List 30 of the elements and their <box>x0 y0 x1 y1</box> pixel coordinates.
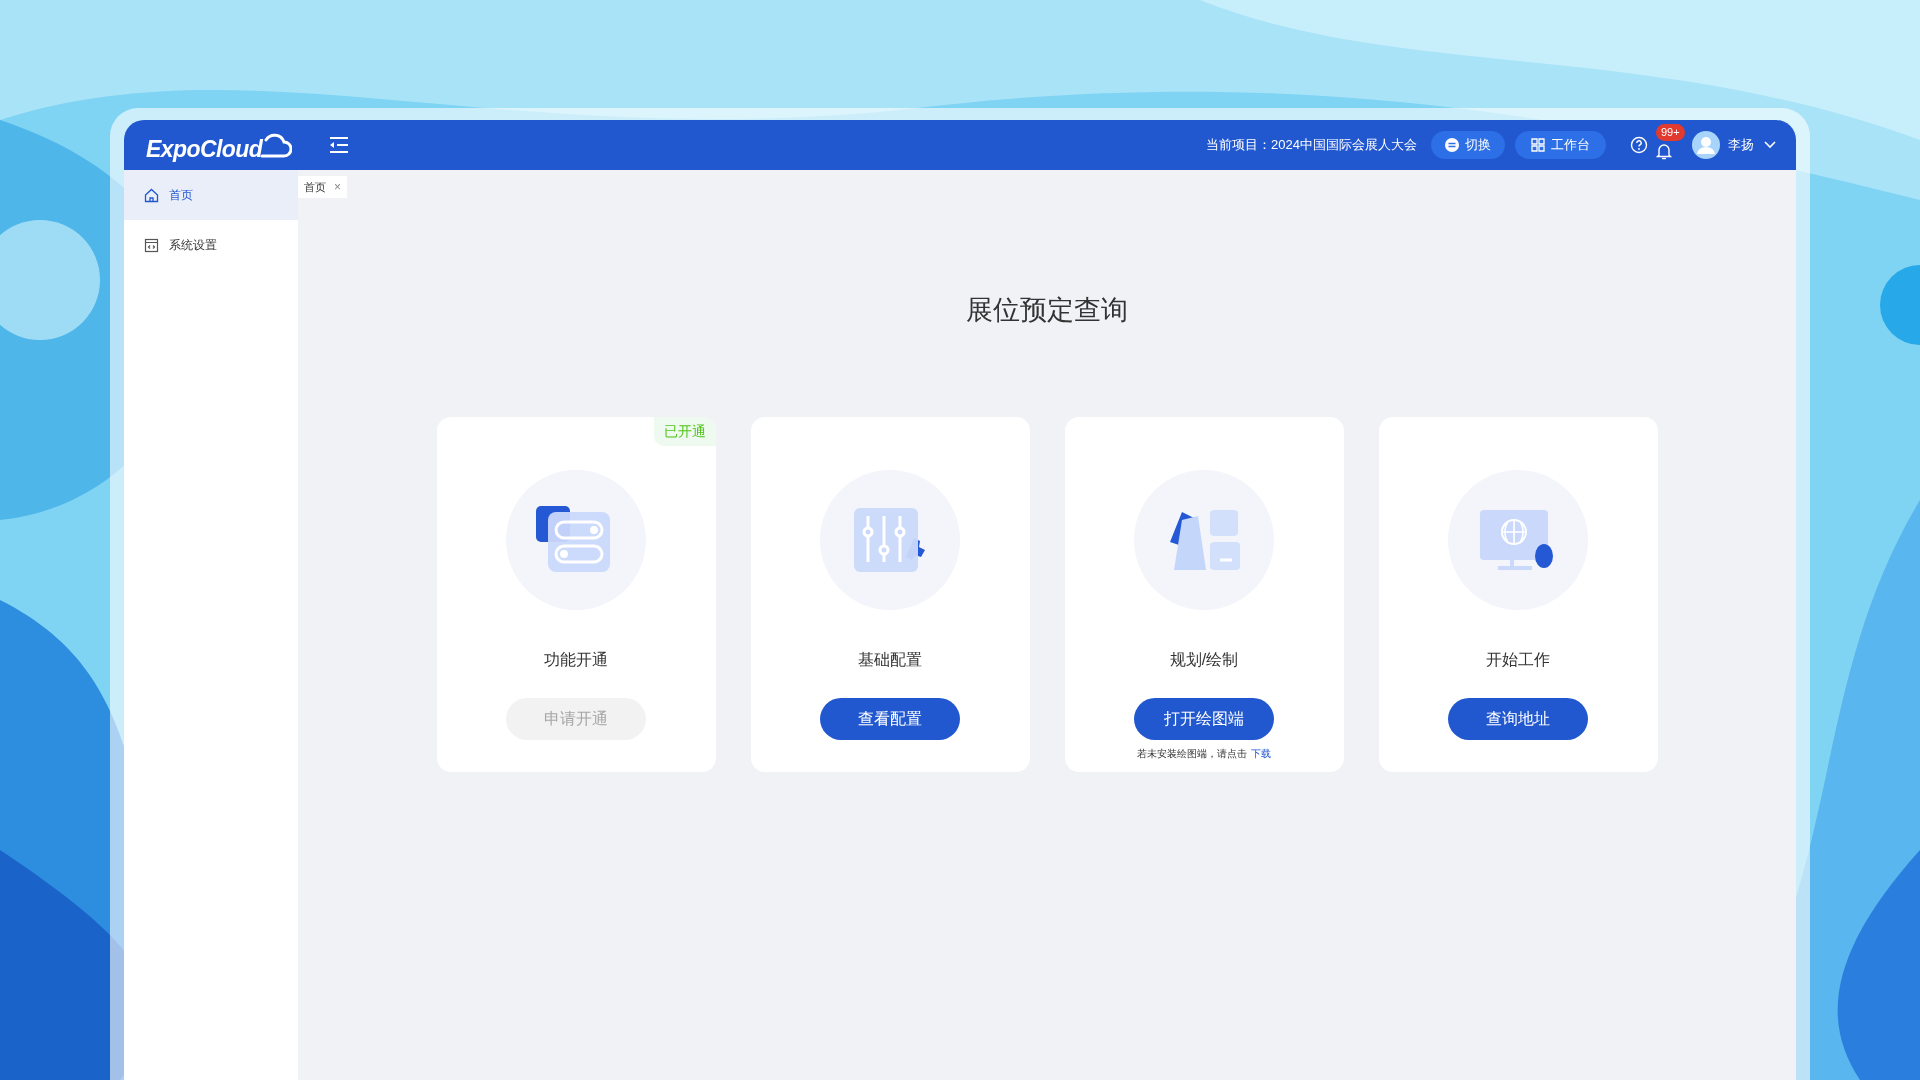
sidebar-item[interactable]: 系统设置 <box>124 220 298 270</box>
code-window-icon <box>144 237 159 253</box>
grid-icon <box>1531 138 1545 152</box>
card-title: 规划/绘制 <box>1169 649 1239 670</box>
card-button[interactable]: 打开绘图端 <box>1134 697 1274 740</box>
current-project-label: 当前项目：2024中国国际会展人大会 <box>1206 136 1417 155</box>
card-title: 开始工作 <box>1486 649 1550 670</box>
workbench-button[interactable]: 工作台 <box>1515 131 1606 159</box>
card-title: 功能开通 <box>544 649 608 670</box>
switch-icon <box>1445 138 1459 152</box>
install-hint: 若未安装绘图端，请点击 <box>1137 746 1247 761</box>
page-tab[interactable]: 首页 × <box>298 176 347 198</box>
switch-button[interactable]: 切换 <box>1431 131 1505 159</box>
menu-icon[interactable] <box>328 136 350 154</box>
notification-count-badge: 99+ <box>1656 124 1685 141</box>
card-button[interactable]: 查看配置 <box>820 697 960 740</box>
avatar-icon[interactable] <box>1692 131 1720 159</box>
logo-text: ExpoCloud <box>146 137 263 161</box>
sidebar-item[interactable]: 首页 <box>124 170 298 220</box>
user-name[interactable]: 李扬 <box>1728 135 1754 155</box>
close-icon[interactable]: × <box>334 178 341 196</box>
bell-icon[interactable] <box>1656 142 1672 160</box>
page-title: 展位预定查询 <box>965 294 1129 327</box>
card-title: 基础配置 <box>858 649 922 670</box>
download-link[interactable]: 下载 <box>1251 745 1271 761</box>
status-badge: 已开通 <box>653 416 716 446</box>
help-icon[interactable] <box>1630 136 1648 154</box>
card-button[interactable]: 查询地址 <box>1448 697 1588 740</box>
home-icon <box>144 187 159 203</box>
chevron-down-icon[interactable] <box>1764 141 1776 149</box>
